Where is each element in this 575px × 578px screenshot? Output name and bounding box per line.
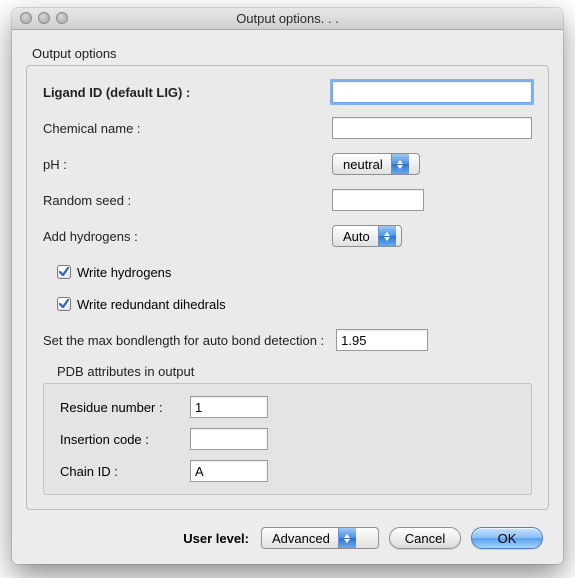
output-options-group: Ligand ID (default LIG) : Chemical name … bbox=[26, 65, 549, 510]
ok-button[interactable]: OK bbox=[471, 527, 543, 549]
residue-number-input[interactable] bbox=[190, 396, 268, 418]
chain-id-input[interactable] bbox=[190, 460, 268, 482]
chemical-name-input[interactable] bbox=[332, 117, 532, 139]
checkbox-icon bbox=[57, 265, 71, 279]
ligand-id-label: Ligand ID (default LIG) : bbox=[43, 85, 190, 100]
window-controls bbox=[20, 12, 68, 24]
close-window-button[interactable] bbox=[20, 12, 32, 24]
dialog-footer: User level: Advanced Cancel OK bbox=[12, 516, 563, 564]
add-hydrogens-select[interactable]: Auto bbox=[332, 225, 402, 247]
write-dihedrals-label: Write redundant dihedrals bbox=[77, 297, 226, 312]
random-seed-input[interactable] bbox=[332, 189, 424, 211]
add-hydrogens-label: Add hydrogens : bbox=[43, 229, 138, 244]
group-title: Output options bbox=[32, 46, 549, 61]
add-hydrogens-value: Auto bbox=[333, 229, 378, 244]
max-bondlength-input[interactable] bbox=[336, 329, 428, 351]
ph-select[interactable]: neutral bbox=[332, 153, 420, 175]
chain-id-label: Chain ID : bbox=[60, 464, 190, 479]
dialog-window: Output options. . . Output options Ligan… bbox=[12, 8, 563, 564]
max-bondlength-label: Set the max bondlength for auto bond det… bbox=[43, 333, 324, 348]
insertion-code-label: Insertion code : bbox=[60, 432, 190, 447]
updown-icon bbox=[378, 226, 396, 246]
chemical-name-label: Chemical name : bbox=[43, 121, 141, 136]
window-title: Output options. . . bbox=[236, 11, 339, 26]
ligand-id-input[interactable] bbox=[332, 81, 532, 103]
pdb-group-title: PDB attributes in output bbox=[57, 364, 532, 379]
dialog-content: Output options Ligand ID (default LIG) :… bbox=[12, 30, 563, 510]
cancel-button[interactable]: Cancel bbox=[389, 527, 461, 549]
ph-label: pH : bbox=[43, 157, 67, 172]
minimize-window-button[interactable] bbox=[38, 12, 50, 24]
pdb-attributes-group: Residue number : Insertion code : Chain … bbox=[43, 383, 532, 495]
updown-icon bbox=[338, 528, 356, 548]
checkbox-icon bbox=[57, 297, 71, 311]
user-level-select[interactable]: Advanced bbox=[261, 527, 379, 549]
user-level-label: User level: bbox=[183, 531, 249, 546]
insertion-code-input[interactable] bbox=[190, 428, 268, 450]
write-hydrogens-checkbox[interactable]: Write hydrogens bbox=[57, 265, 171, 280]
residue-number-label: Residue number : bbox=[60, 400, 190, 415]
user-level-value: Advanced bbox=[262, 531, 338, 546]
zoom-window-button[interactable] bbox=[56, 12, 68, 24]
write-hydrogens-label: Write hydrogens bbox=[77, 265, 171, 280]
random-seed-label: Random seed : bbox=[43, 193, 131, 208]
updown-icon bbox=[391, 154, 409, 174]
titlebar: Output options. . . bbox=[12, 8, 563, 30]
write-dihedrals-checkbox[interactable]: Write redundant dihedrals bbox=[57, 297, 226, 312]
ph-select-value: neutral bbox=[333, 157, 391, 172]
